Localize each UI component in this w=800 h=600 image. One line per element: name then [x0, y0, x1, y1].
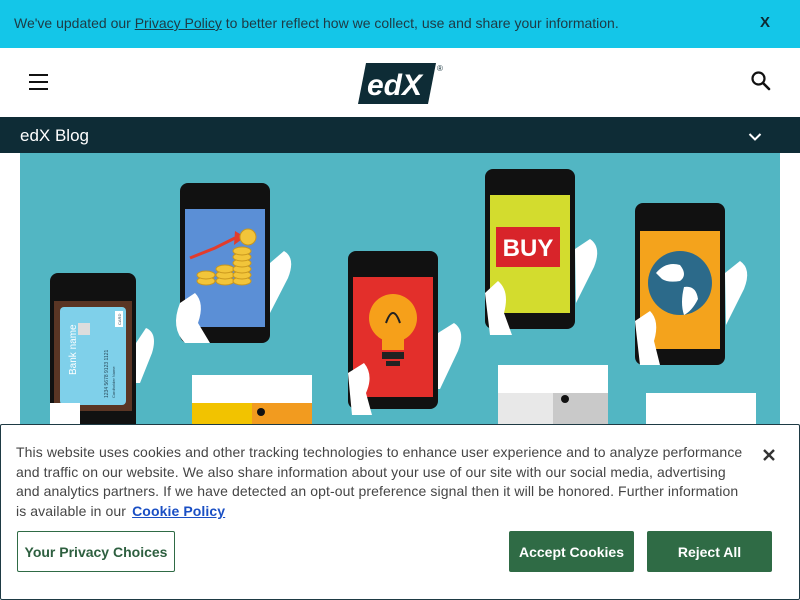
cookie-policy-link[interactable]: Cookie Policy: [132, 503, 225, 519]
menu-icon[interactable]: [29, 74, 49, 90]
your-privacy-choices-button[interactable]: Your Privacy Choices: [17, 531, 175, 572]
cookie-banner-body: This website uses cookies and other trac…: [16, 444, 743, 519]
privacy-policy-link[interactable]: Privacy Policy: [135, 15, 222, 31]
card-holder: Cardholder Name: [111, 366, 116, 398]
blog-nav-bar[interactable]: edX Blog: [0, 117, 800, 153]
chevron-down-icon[interactable]: [748, 129, 762, 147]
card-bank-name: Bank name: [68, 324, 79, 375]
close-icon[interactable]: [761, 447, 777, 463]
privacy-notice-text: We've updated our Privacy Policy to bett…: [14, 15, 619, 31]
card-chip-label: CARD: [117, 314, 122, 325]
privacy-notice-text-before: We've updated our: [14, 15, 135, 31]
edx-logo-text: edX: [367, 69, 424, 102]
phone-globe-illustration: [635, 203, 756, 425]
reject-all-button[interactable]: Reject All: [647, 531, 772, 572]
cookie-consent-banner: This website uses cookies and other trac…: [0, 424, 800, 600]
registered-mark: ®: [437, 64, 443, 73]
cookie-banner-text: This website uses cookies and other trac…: [16, 443, 746, 521]
card-number: 1234 5678 9123 1121: [104, 349, 110, 398]
site-header: edX ®: [0, 48, 800, 116]
blog-title: edX Blog: [20, 126, 89, 145]
privacy-notice-close-button[interactable]: X: [760, 14, 770, 31]
edx-logo-mark: edX ®: [358, 63, 443, 104]
privacy-notice-bar: We've updated our Privacy Policy to bett…: [0, 0, 800, 48]
phone-credit-card-illustration: Bank name 1234 5678 9123 1121 Cardholder…: [50, 273, 154, 425]
hands-holding-phones-illustration: Bank name 1234 5678 9123 1121 Cardholder…: [50, 169, 756, 425]
privacy-notice-text-after: to better reflect how we collect, use an…: [221, 15, 619, 31]
phone-coins-chart-illustration: [176, 183, 312, 425]
hero-image: Bank name 1234 5678 9123 1121 Cardholder…: [20, 153, 780, 425]
search-icon[interactable]: [750, 70, 772, 97]
accept-cookies-button[interactable]: Accept Cookies: [509, 531, 634, 572]
phone-lightbulb-illustration: [348, 251, 462, 415]
buy-sign: BUY: [503, 235, 554, 262]
phone-buy-illustration: BUY: [485, 169, 608, 425]
edx-logo[interactable]: edX ®: [358, 58, 446, 111]
